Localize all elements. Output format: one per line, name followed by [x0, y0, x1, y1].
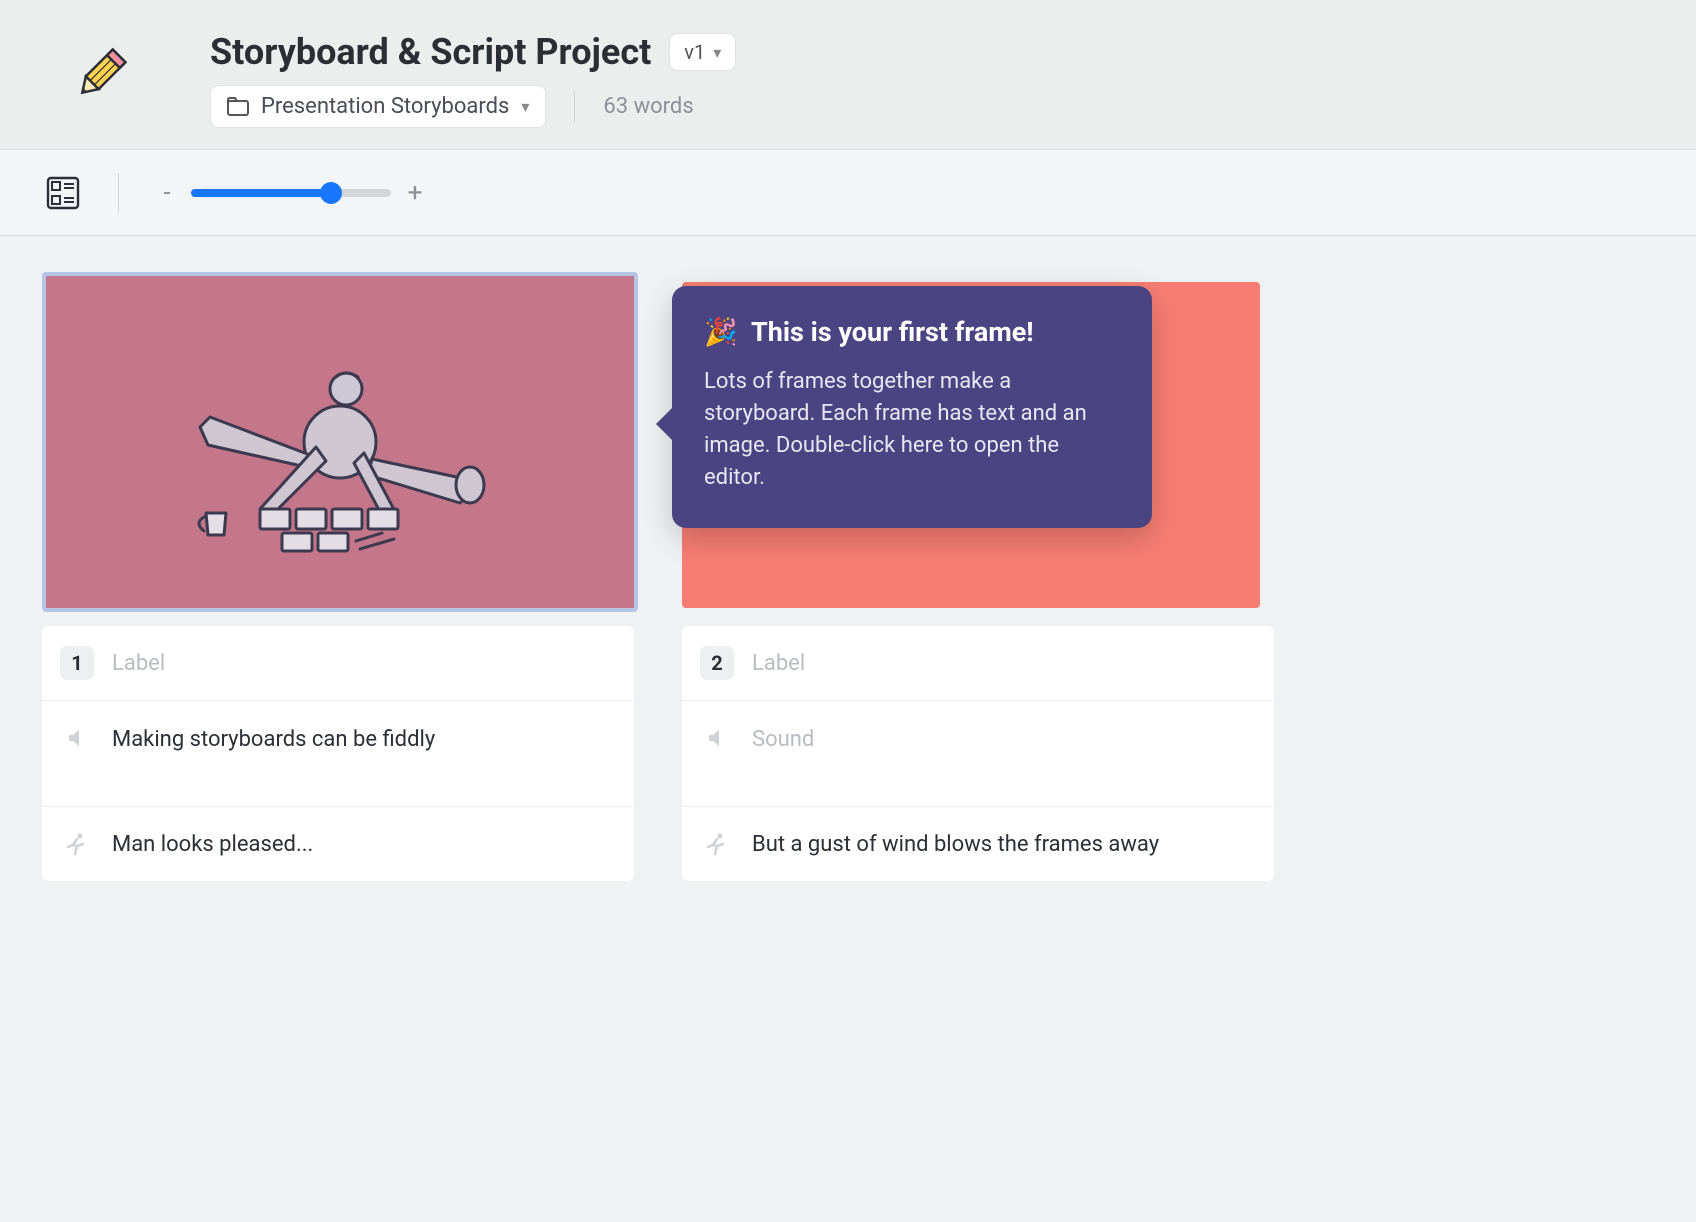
- label-input[interactable]: Label: [112, 651, 165, 676]
- word-count: 63 words: [603, 94, 693, 119]
- zoom-thumb[interactable]: [320, 182, 342, 204]
- chevron-down-icon: ▾: [713, 43, 721, 62]
- toolbar: - +: [0, 150, 1696, 236]
- zoom-control: - +: [157, 178, 425, 208]
- folder-label: Presentation Storyboards: [261, 94, 509, 119]
- version-label: v1: [684, 40, 705, 64]
- action-row[interactable]: But a gust of wind blows the frames away: [682, 807, 1274, 881]
- pencil-icon: [67, 42, 133, 108]
- canvas: 1 Label Making storyboards can be fiddly: [0, 236, 1696, 917]
- chevron-down-icon: ▾: [521, 97, 529, 116]
- label-input[interactable]: Label: [752, 651, 805, 676]
- speaker-icon: [66, 727, 88, 749]
- grid-view-icon[interactable]: [46, 176, 80, 210]
- zoom-out-button[interactable]: -: [157, 178, 177, 208]
- frame-image[interactable]: [42, 272, 638, 612]
- sound-row[interactable]: Sound: [682, 701, 1274, 807]
- speaker-icon: [706, 727, 728, 749]
- logo: [30, 0, 170, 150]
- project-title[interactable]: Storyboard & Script Project: [210, 31, 651, 73]
- zoom-in-button[interactable]: +: [405, 178, 425, 208]
- folder-selector[interactable]: Presentation Storyboards ▾: [210, 85, 546, 128]
- version-selector[interactable]: v1 ▾: [669, 33, 736, 71]
- sound-input[interactable]: Sound: [752, 727, 814, 752]
- action-row[interactable]: Man looks pleased...: [42, 807, 634, 881]
- sound-input[interactable]: Making storyboards can be fiddly: [112, 727, 435, 752]
- action-input[interactable]: Man looks pleased...: [112, 832, 313, 857]
- tooltip-body: Lots of frames together make a storyboar…: [704, 366, 1120, 494]
- frame-fields: 1 Label Making storyboards can be fiddly: [42, 626, 634, 881]
- running-icon: [705, 832, 729, 856]
- illustration: [46, 276, 634, 608]
- party-popper-icon: 🎉: [704, 316, 738, 348]
- frame-number: 1: [60, 646, 94, 680]
- frame: 1 Label Making storyboards can be fiddly: [42, 272, 638, 881]
- onboarding-tooltip: 🎉 This is your first frame! Lots of fram…: [672, 286, 1152, 528]
- divider: [574, 91, 575, 123]
- running-icon: [65, 832, 89, 856]
- label-row[interactable]: 1 Label: [42, 626, 634, 701]
- zoom-slider[interactable]: [191, 189, 391, 197]
- action-input[interactable]: But a gust of wind blows the frames away: [752, 832, 1159, 857]
- tooltip-title: 🎉 This is your first frame!: [704, 316, 1120, 348]
- label-row[interactable]: 2 Label: [682, 626, 1274, 701]
- header-main: Storyboard & Script Project v1 ▾ Present…: [170, 21, 1696, 128]
- app-header: Storyboard & Script Project v1 ▾ Present…: [0, 0, 1696, 150]
- sound-row[interactable]: Making storyboards can be fiddly: [42, 701, 634, 807]
- zoom-fill: [191, 189, 335, 197]
- frame-number: 2: [700, 646, 734, 680]
- frame-fields: 2 Label Sound But a gust of w: [682, 626, 1274, 881]
- folder-icon: [227, 97, 249, 117]
- divider: [118, 173, 119, 213]
